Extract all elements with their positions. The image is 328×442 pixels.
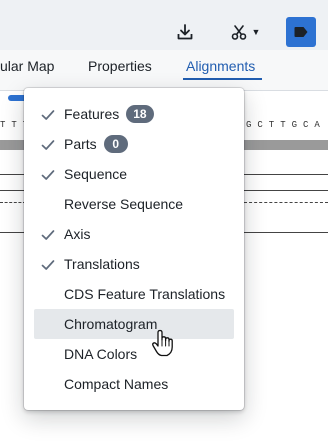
menu-item-label: Features bbox=[64, 106, 120, 122]
check-icon bbox=[41, 110, 55, 120]
menu-item-compact-names[interactable]: Compact Names bbox=[34, 369, 234, 399]
check-icon bbox=[41, 260, 55, 270]
alignment-track-bar bbox=[0, 140, 26, 150]
view-options-menu: Features 18 Parts 0 Sequence Reverse Seque… bbox=[24, 88, 244, 410]
menu-item-dna-colors[interactable]: DNA Colors bbox=[34, 339, 234, 369]
download-icon bbox=[177, 24, 193, 40]
count-badge: 18 bbox=[126, 105, 154, 123]
alignment-line bbox=[244, 232, 328, 233]
alignment-track-bar bbox=[244, 140, 328, 150]
scissors-icon bbox=[231, 25, 246, 40]
tab-alignments[interactable]: Alignments bbox=[186, 58, 255, 74]
menu-item-label: CDS Feature Translations bbox=[64, 286, 226, 302]
menu-item-label: Translations bbox=[64, 256, 140, 272]
toolbar: ▼ bbox=[0, 0, 328, 50]
alignment-line bbox=[0, 190, 26, 191]
count-badge: 0 bbox=[103, 135, 128, 153]
menu-item-label: DNA Colors bbox=[64, 346, 138, 362]
alignment-line bbox=[0, 174, 26, 175]
tab-properties[interactable]: Properties bbox=[88, 58, 152, 74]
menu-item-reverse-sequence[interactable]: Reverse Sequence bbox=[34, 189, 234, 219]
menu-item-label: Sequence bbox=[64, 166, 128, 182]
menu-item-cds-feature-translations[interactable]: CDS Feature Translations bbox=[34, 279, 234, 309]
cut-menu-button[interactable]: ▼ bbox=[222, 16, 268, 48]
download-button[interactable] bbox=[170, 16, 200, 48]
tab-circular-map[interactable]: ular Map bbox=[0, 58, 54, 74]
check-icon bbox=[41, 140, 55, 150]
menu-item-axis[interactable]: Axis bbox=[34, 219, 234, 249]
check-icon bbox=[41, 170, 55, 180]
menu-item-sequence[interactable]: Sequence bbox=[34, 159, 234, 189]
alignment-gap-line bbox=[244, 202, 328, 203]
menu-item-parts[interactable]: Parts 0 bbox=[34, 129, 234, 159]
menu-item-label: Chromatogram bbox=[64, 316, 158, 332]
menu-item-features[interactable]: Features 18 bbox=[34, 99, 234, 129]
tag-icon bbox=[294, 27, 308, 37]
alignment-line bbox=[244, 190, 328, 191]
menu-item-chromatogram[interactable]: Chromatogram bbox=[34, 309, 234, 339]
alignment-line bbox=[0, 232, 26, 233]
view-tabs: ular Map Properties Alignments bbox=[0, 50, 328, 91]
check-icon bbox=[41, 230, 55, 240]
label-toggle-button[interactable] bbox=[286, 17, 316, 47]
menu-item-label: Parts bbox=[64, 136, 97, 152]
alignment-gap-line bbox=[0, 202, 26, 203]
menu-item-label: Compact Names bbox=[64, 376, 169, 392]
active-tab-indicator bbox=[183, 78, 262, 80]
hand-pointer-icon bbox=[152, 329, 173, 357]
chevron-down-icon: ▼ bbox=[251, 27, 261, 37]
alignment-line bbox=[244, 174, 328, 175]
menu-item-label: Reverse Sequence bbox=[64, 196, 184, 212]
sequence-text-right: G C T T G C A bbox=[246, 120, 321, 130]
menu-item-translations[interactable]: Translations bbox=[34, 249, 234, 279]
menu-item-label: Axis bbox=[64, 226, 91, 242]
